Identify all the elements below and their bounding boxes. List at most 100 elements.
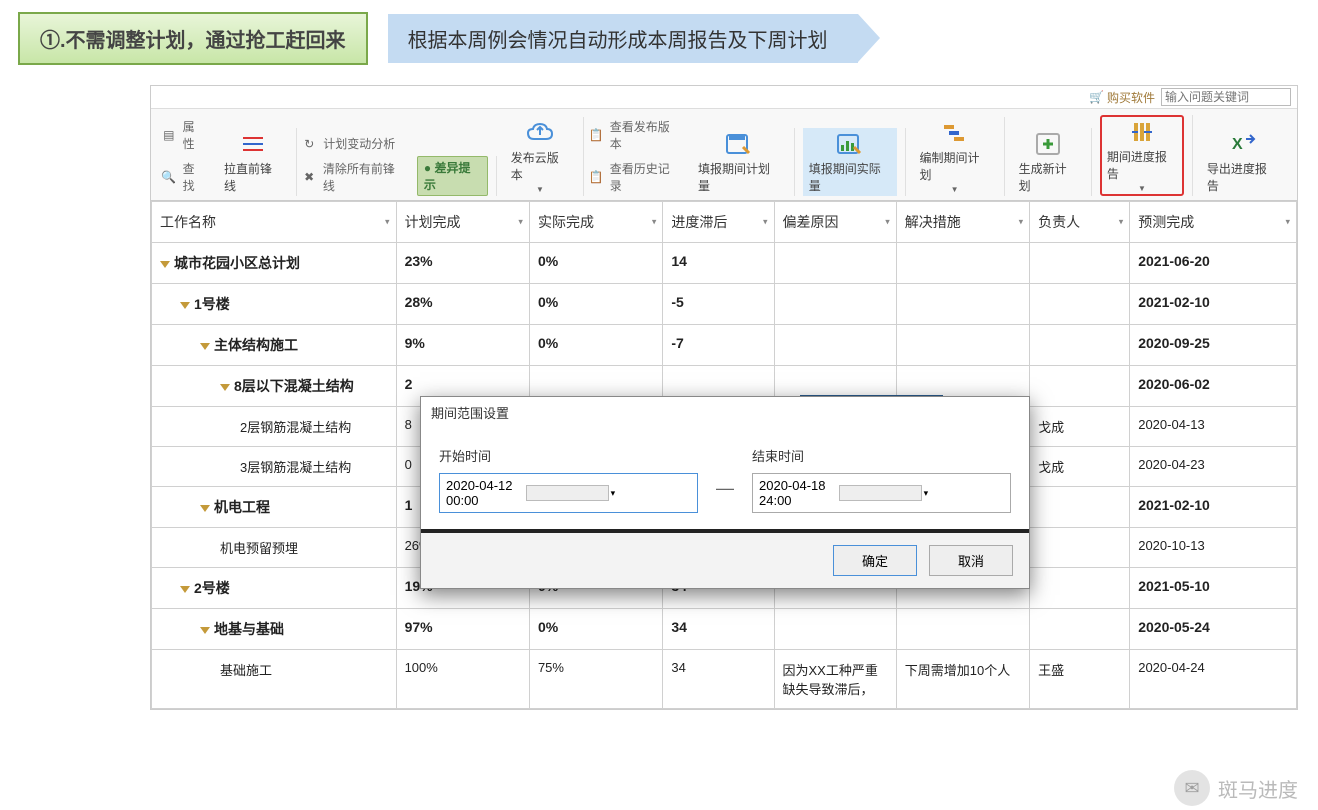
search-icon: 🔍 — [161, 169, 177, 185]
cell-owner — [1030, 609, 1130, 650]
cell-actual: 75% — [529, 650, 662, 709]
plan-change-analysis-button[interactable]: ↻计划变动分析 — [301, 133, 405, 154]
table-row[interactable]: 城市花园小区总计划23%0%142021-06-20 — [152, 243, 1297, 284]
ribbon-group-fill-actual: 填报期间实际量 — [795, 128, 906, 196]
cell-actual: 0% — [529, 243, 662, 284]
end-time-input[interactable]: 2020-04-18 24:00 ▾ — [752, 473, 1011, 513]
cell-owner — [1030, 487, 1130, 528]
export-progress-report-button[interactable]: X 导出进度报告 — [1201, 128, 1283, 196]
banner-blue: 根据本周例会情况自动形成本周报告及下周计划 — [388, 14, 858, 63]
cell-owner — [1030, 284, 1130, 325]
cal-edit-icon — [725, 130, 753, 158]
cell-delay: -5 — [663, 284, 774, 325]
calendar-icon[interactable] — [526, 485, 608, 501]
task-name: 主体结构施工 — [214, 337, 298, 353]
ribbon-group-export: X 导出进度报告 — [1193, 128, 1291, 196]
end-time-label: 结束时间 — [752, 446, 1011, 465]
expand-icon[interactable] — [220, 384, 230, 391]
col-actual[interactable]: 实际完成▾ — [529, 202, 662, 243]
view-publish-version-button[interactable]: 📋查看发布版本 — [588, 116, 680, 154]
period-range-dialog: 期间范围设置 开始时间 2020-04-12 00:00 ▾ — 结束时间 20… — [420, 396, 1030, 589]
ribbon-group-period-report: 期间进度报告▼ — [1092, 115, 1193, 196]
table-header-row: 工作名称▾ 计划完成▾ 实际完成▾ 进度滞后▾ 偏差原因▾ 解决措施▾ 负责人▾… — [152, 202, 1297, 243]
straighten-frontline-button[interactable]: 拉直前锋线 — [218, 128, 288, 196]
cell-forecast: 2020-09-25 — [1130, 325, 1297, 366]
ribbon-group-gen-new: 生成新计划 — [1005, 128, 1092, 196]
properties-button[interactable]: ▤属性 — [161, 116, 206, 154]
cell-owner: 戈成 — [1030, 447, 1130, 487]
expand-icon[interactable] — [180, 302, 190, 309]
cell-forecast: 2021-02-10 — [1130, 284, 1297, 325]
fill-period-plan-button[interactable]: 填报期间计划量 — [692, 128, 786, 196]
col-plan[interactable]: 计划完成▾ — [396, 202, 529, 243]
expand-icon[interactable] — [200, 343, 210, 350]
diff-hint-button[interactable]: ● 差异提示 — [417, 156, 488, 196]
expand-icon[interactable] — [200, 505, 210, 512]
ribbon: ▤属性 🔍查找 拉直前锋线 ↻计划变动分析 ✖清除所有前锋线 ● 差异提示 发布… — [151, 109, 1297, 201]
cell-owner — [1030, 568, 1130, 609]
cell-sol — [896, 284, 1029, 325]
generate-new-plan-button[interactable]: 生成新计划 — [1013, 128, 1083, 196]
ribbon-group-fill-plan: 填报期间计划量 — [684, 128, 795, 196]
table-row[interactable]: 1号楼 28%0%-5 2021-02-10 — [152, 284, 1297, 325]
cell-delay: 14 — [663, 243, 774, 284]
period-progress-report-button[interactable]: 期间进度报告▼ — [1100, 115, 1184, 196]
cell-plan: 28% — [396, 284, 529, 325]
clear-frontlines-button[interactable]: ✖清除所有前锋线 — [301, 158, 405, 196]
cell-sol: 下周需增加10个人 — [896, 650, 1029, 709]
col-reason[interactable]: 偏差原因▾ — [774, 202, 896, 243]
cell-owner: 王盛 — [1030, 650, 1130, 709]
start-time-value: 2020-04-12 00:00 — [446, 478, 526, 508]
ribbon-group-make-plan: 编制期间计划▼ — [906, 117, 1005, 196]
cell-plan: 9% — [396, 325, 529, 366]
cell-forecast: 2020-04-13 — [1130, 407, 1297, 447]
start-time-input[interactable]: 2020-04-12 00:00 ▾ — [439, 473, 698, 513]
col-owner[interactable]: 负责人▾ — [1030, 202, 1130, 243]
make-period-plan-button[interactable]: 编制期间计划▼ — [914, 117, 996, 196]
cell-owner — [1030, 243, 1130, 284]
dialog-title: 期间范围设置 — [421, 397, 1029, 428]
brand-watermark: ✉ 斑马进度 — [1174, 770, 1298, 806]
table-row[interactable]: 主体结构施工9%0%-72020-09-25 — [152, 325, 1297, 366]
cell-forecast: 2020-10-13 — [1130, 528, 1297, 568]
col-solution[interactable]: 解决措施▾ — [896, 202, 1029, 243]
cell-delay: -7 — [663, 325, 774, 366]
cart-icon: 🛒 — [1089, 90, 1104, 104]
ok-button[interactable]: 确定 — [833, 545, 917, 576]
task-name: 基础施工 — [220, 663, 272, 678]
find-button[interactable]: 🔍查找 — [161, 158, 206, 196]
svg-text:X: X — [1232, 136, 1243, 153]
col-forecast[interactable]: 预测完成▾ — [1130, 202, 1297, 243]
buy-software-link[interactable]: 🛒 购买软件 — [1089, 89, 1155, 106]
expand-icon[interactable] — [160, 261, 170, 268]
task-name: 3层钢筋混凝土结构 — [240, 460, 351, 475]
table-row[interactable]: 基础施工100%75%34因为XX工种严重缺失导致滞后，下周需增加10个人王盛2… — [152, 650, 1297, 709]
search-input[interactable] — [1161, 88, 1291, 106]
task-name: 1号楼 — [194, 296, 230, 312]
table-row[interactable]: 地基与基础97%0%342020-05-24 — [152, 609, 1297, 650]
line-icon — [239, 130, 267, 158]
cancel-button[interactable]: 取消 — [929, 545, 1013, 576]
top-strip: 🛒 购买软件 — [151, 86, 1297, 109]
history-icon: 📋 — [588, 169, 604, 185]
expand-icon[interactable] — [200, 627, 210, 634]
bars-icon — [941, 119, 969, 147]
plus-icon — [1034, 130, 1062, 158]
view-history-button[interactable]: 📋查看历史记录 — [588, 158, 680, 196]
task-name: 2层钢筋混凝土结构 — [240, 420, 351, 435]
calendar-icon[interactable] — [839, 485, 921, 501]
fill-period-actual-button[interactable]: 填报期间实际量 — [803, 128, 897, 196]
ribbon-group-frontline: 拉直前锋线 — [210, 128, 297, 196]
col-name[interactable]: 工作名称▾ — [152, 202, 397, 243]
ribbon-group-plan-change: ↻计划变动分析 ✖清除所有前锋线 — [297, 133, 409, 196]
publish-cloud-button[interactable]: 发布云版本▼ — [505, 117, 575, 196]
col-delay[interactable]: 进度滞后▾ — [663, 202, 774, 243]
refresh-icon: ↻ — [301, 136, 317, 152]
ribbon-group-diff: ● 差异提示 — [409, 156, 497, 196]
cell-actual: 0% — [529, 284, 662, 325]
cell-owner: 戈成 — [1030, 407, 1130, 447]
cell-forecast: 2020-04-24 — [1130, 650, 1297, 709]
cell-reason — [774, 284, 896, 325]
cell-plan: 23% — [396, 243, 529, 284]
expand-icon[interactable] — [180, 586, 190, 593]
